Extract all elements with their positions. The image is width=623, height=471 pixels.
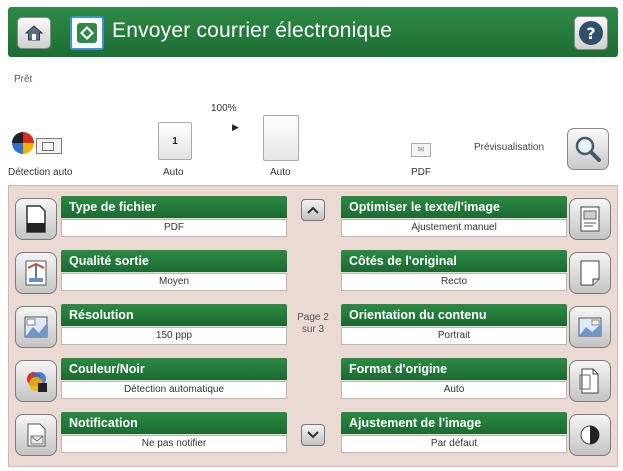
setting-title: Optimiser le texte/l'image xyxy=(341,196,567,218)
output-size-label: Auto xyxy=(270,167,291,178)
notification-icon[interactable] xyxy=(15,414,57,456)
setting-optimize-text-image[interactable]: Optimiser le texte/l'image Ajustement ma… xyxy=(341,196,617,244)
resolution-icon[interactable] xyxy=(15,306,57,348)
email-scan-screen: Envoyer courrier électronique ? Prêt 100… xyxy=(0,0,623,471)
image-adjustment-icon[interactable] xyxy=(569,414,611,456)
email-send-icon xyxy=(70,16,104,50)
pdf-file-icon: ✉ xyxy=(411,143,431,157)
setting-color-black[interactable]: Couleur/Noir Détection automatique xyxy=(9,358,289,406)
setting-title: Côtés de l'original xyxy=(341,250,567,272)
color-detect-icon xyxy=(12,132,34,154)
setting-value: Par défaut xyxy=(341,435,567,453)
help-button[interactable]: ? xyxy=(574,16,608,50)
scan-document-icon xyxy=(36,138,62,154)
setting-title: Format d'origine xyxy=(341,358,567,380)
setting-value: Auto xyxy=(341,381,567,399)
chevron-down-icon xyxy=(307,431,319,439)
setting-original-size[interactable]: Format d'origine Auto xyxy=(341,358,617,406)
preview-button[interactable] xyxy=(567,128,609,170)
file-type-icon[interactable] xyxy=(15,198,57,240)
preview-label: Prévisualisation xyxy=(474,142,545,153)
scroll-up-button[interactable] xyxy=(301,199,325,221)
setting-value: 150 ppp xyxy=(61,327,287,345)
color-detect-label: Détection auto xyxy=(8,167,73,178)
setting-title: Résolution xyxy=(61,304,287,326)
setting-title: Couleur/Noir xyxy=(61,358,287,380)
copies-value: 1 xyxy=(172,135,178,147)
output-document-thumbnail[interactable] xyxy=(263,115,299,161)
settings-panel: Type de fichier PDF Qualité sortie Moyen… xyxy=(8,185,618,467)
setting-file-type[interactable]: Type de fichier PDF xyxy=(9,196,289,244)
home-button[interactable] xyxy=(17,17,51,49)
setting-title: Qualité sortie xyxy=(61,250,287,272)
original-size-icon[interactable] xyxy=(569,360,611,402)
scroll-down-button[interactable] xyxy=(301,424,325,446)
status-text: Prêt xyxy=(14,74,33,85)
setting-value: Détection automatique xyxy=(61,381,287,399)
setting-title: Ajustement de l'image xyxy=(341,412,567,434)
setting-value: PDF xyxy=(61,219,287,237)
page-indicator: Page 2 sur 3 xyxy=(293,312,333,336)
setting-value: Moyen xyxy=(61,273,287,291)
optimize-text-image-icon[interactable] xyxy=(569,198,611,240)
color-black-icon[interactable] xyxy=(15,360,57,402)
setting-content-orientation[interactable]: Orientation du contenu Portrait xyxy=(341,304,617,352)
page-current: Page 2 xyxy=(297,312,329,323)
page-title: Envoyer courrier électronique xyxy=(112,19,393,42)
setting-value: Ajustement manuel xyxy=(341,219,567,237)
chevron-up-icon xyxy=(307,206,319,214)
setting-resolution[interactable]: Résolution 150 ppp xyxy=(9,304,289,352)
content-orientation-icon[interactable] xyxy=(569,306,611,348)
setting-original-sides[interactable]: Côtés de l'original Recto xyxy=(341,250,617,298)
setting-value: Recto xyxy=(341,273,567,291)
home-icon xyxy=(24,25,44,41)
setting-image-adjustment[interactable]: Ajustement de l'image Par défaut xyxy=(341,412,617,460)
help-icon: ? xyxy=(579,21,603,45)
page-total: sur 3 xyxy=(301,324,325,335)
original-sides-icon[interactable] xyxy=(569,252,611,294)
setting-value: Portrait xyxy=(341,327,567,345)
output-quality-icon[interactable] xyxy=(15,252,57,294)
setting-title: Notification xyxy=(61,412,287,434)
setting-title: Type de fichier xyxy=(61,196,287,218)
arrow-right-icon: ▶ xyxy=(232,122,239,132)
setting-notification[interactable]: Notification Ne pas notifier xyxy=(9,412,289,460)
zoom-level: 100% xyxy=(211,103,237,114)
setting-output-quality[interactable]: Qualité sortie Moyen xyxy=(9,250,289,298)
title-bar: Envoyer courrier électronique ? xyxy=(8,7,618,57)
setting-title: Orientation du contenu xyxy=(341,304,567,326)
magnifier-icon xyxy=(575,136,601,162)
file-format-label: PDF xyxy=(411,167,431,178)
source-document-thumbnail[interactable]: 1 xyxy=(158,122,192,160)
source-size-label: Auto xyxy=(163,167,184,178)
setting-value: Ne pas notifier xyxy=(61,435,287,453)
